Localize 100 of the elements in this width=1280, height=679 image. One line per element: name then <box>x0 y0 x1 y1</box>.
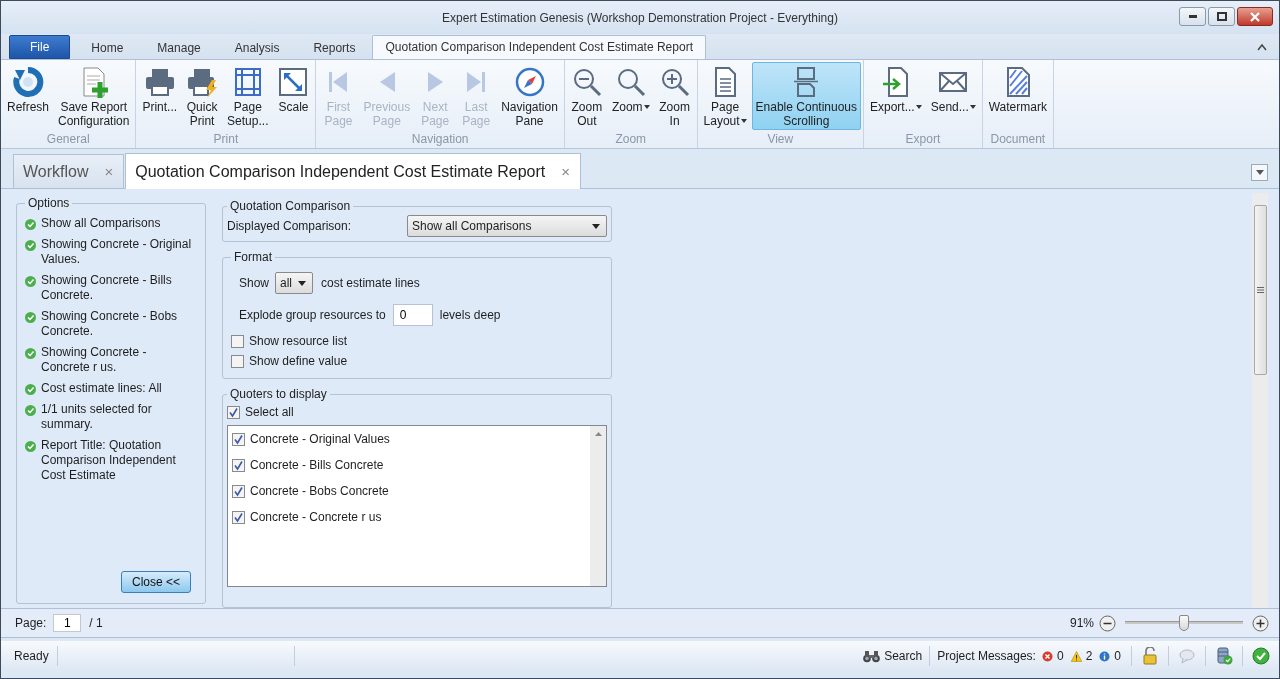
lines-dropdown[interactable]: all <box>275 272 314 294</box>
check-circle-icon <box>25 405 36 416</box>
group-label: Export <box>904 132 942 148</box>
field-label: Show <box>239 276 270 290</box>
group-label: Navigation <box>410 132 470 148</box>
checkbox-label: Concrete - Original Values <box>250 432 390 446</box>
checkbox[interactable] <box>232 458 245 472</box>
resize-arrows-icon <box>277 66 310 98</box>
check-circle-icon <box>25 441 36 452</box>
scrollbar[interactable] <box>1252 193 1268 608</box>
checkbox[interactable] <box>232 432 245 446</box>
ribbon-tab[interactable]: Analysis <box>217 35 297 59</box>
ribbon-tab[interactable]: File <box>9 35 71 59</box>
field-label: Displayed Comparison: <box>227 219 352 233</box>
field-label: Explode group resources to <box>239 308 386 322</box>
check-circle-icon <box>25 240 36 251</box>
tab-list-button[interactable] <box>1251 164 1268 181</box>
ribbon-button[interactable]: Zoom In <box>654 62 695 130</box>
compass-icon <box>513 66 546 98</box>
ribbon-button[interactable]: Zoom <box>607 62 654 130</box>
ribbon-button[interactable]: Page Layout <box>699 62 751 130</box>
checkbox-label: Concrete - Concrete r us <box>250 510 382 524</box>
ribbon-button[interactable]: Quick Print <box>182 62 223 130</box>
zoom-in-icon[interactable] <box>1252 614 1269 632</box>
panel-title: Options <box>27 196 71 210</box>
status-text: Ready <box>14 649 49 663</box>
ribbon-tab[interactable]: Reports <box>296 35 373 59</box>
caret-icon <box>298 280 307 286</box>
caret-icon <box>1255 170 1264 175</box>
page-label: Page: <box>15 616 47 630</box>
check-circle-icon <box>25 312 36 323</box>
search-button[interactable]: Search <box>856 646 931 666</box>
group-label: Document <box>989 132 1047 148</box>
message-count: 0 <box>1114 649 1121 663</box>
ribbon-button[interactable]: Refresh <box>3 62 54 130</box>
ribbon-tab[interactable]: Home <box>74 35 141 59</box>
ribbon-button[interactable]: Save Report Configuration <box>54 62 134 130</box>
check-circle-icon <box>25 276 36 287</box>
printer-bolt-icon <box>186 66 219 98</box>
checkbox-label: Show define value <box>249 354 348 368</box>
zoom-out-icon[interactable] <box>1099 614 1116 632</box>
ribbon-button[interactable]: Scale <box>273 62 314 130</box>
scroll-up-icon[interactable] <box>594 432 602 436</box>
checkbox[interactable] <box>232 510 245 524</box>
ribbon-button[interactable]: Page Setup... <box>223 62 273 130</box>
group-label: View <box>766 132 795 148</box>
check-circle-icon <box>25 219 36 230</box>
message-count: 2 <box>1085 649 1093 663</box>
ribbon-button[interactable]: Send... <box>926 62 980 130</box>
ribbon-button[interactable]: Enable Continuous Scrolling <box>751 62 861 130</box>
ribbon-button[interactable]: Navigation Pane <box>497 62 562 130</box>
levels-input[interactable]: 0 <box>392 304 433 326</box>
zoom-percent: 91% <box>1068 616 1094 630</box>
close-icon <box>1250 11 1260 22</box>
checkbox[interactable] <box>231 354 244 368</box>
restore-button[interactable] <box>1208 7 1235 26</box>
printer-icon <box>143 66 176 98</box>
message-count: 0 <box>1056 649 1064 663</box>
page-total: / 1 <box>89 616 103 630</box>
error-icon <box>1041 650 1053 662</box>
binoculars-icon <box>863 649 881 663</box>
close-button[interactable] <box>1237 7 1273 26</box>
checkbox[interactable] <box>232 484 245 498</box>
check-circle-icon[interactable] <box>1252 647 1270 665</box>
field-label: cost estimate lines <box>321 276 420 290</box>
group-label: Print <box>212 132 240 148</box>
ribbon-button[interactable]: Export... <box>866 62 926 130</box>
checkbox[interactable] <box>231 334 244 348</box>
ribbon-tab[interactable]: Manage <box>140 35 218 59</box>
option-summary: Showing Concrete - Original Values. <box>41 237 193 267</box>
restore-icon <box>1216 12 1227 21</box>
group-label: Zoom <box>614 132 648 148</box>
group-title: Quoters to display <box>229 387 328 401</box>
checkbox-label: Concrete - Bobs Concrete <box>250 484 389 498</box>
option-summary: Showing Concrete - Bills Concrete. <box>41 273 173 303</box>
tab-close-button[interactable]: × <box>559 163 573 180</box>
checkbox-label: Concrete - Bills Concrete <box>250 458 384 472</box>
page-input[interactable]: 1 <box>53 614 82 632</box>
messages-label: Project Messages: <box>937 649 1036 663</box>
document-tab[interactable]: Quotation Comparison Independent Cost Estimate Report × <box>125 153 582 189</box>
minimize-button[interactable] <box>1179 7 1206 26</box>
slider-thumb[interactable] <box>1179 615 1189 631</box>
option-summary: 1/1 units selected for summary. <box>41 402 153 432</box>
checkbox[interactable] <box>227 405 240 419</box>
close-button[interactable]: Close << <box>120 571 191 593</box>
ribbon-button[interactable]: Print... <box>138 62 182 130</box>
ribbon-tab[interactable]: Quotation Comparison Independent Cost Estimate Report <box>372 35 706 59</box>
ribbon-button[interactable]: Zoom Out <box>566 62 607 130</box>
group-title: Quotation Comparison <box>229 199 352 213</box>
padlock-icon[interactable] <box>1141 647 1159 665</box>
database-check-icon[interactable] <box>1215 647 1233 665</box>
collapse-icon[interactable] <box>1257 42 1267 51</box>
option-summary: Report Title: Quotation Comparison Independent Cost Estimate <box>41 438 177 483</box>
ribbon-button[interactable]: Watermark <box>984 62 1051 130</box>
refresh-icon <box>12 66 44 98</box>
document-tab[interactable]: Workflow × <box>13 154 125 188</box>
check-circle-icon <box>25 384 36 395</box>
comparison-dropdown[interactable]: Show all Comparisons <box>407 215 607 237</box>
option-summary: Cost estimate lines: All <box>41 381 162 396</box>
caret-icon <box>592 223 600 229</box>
